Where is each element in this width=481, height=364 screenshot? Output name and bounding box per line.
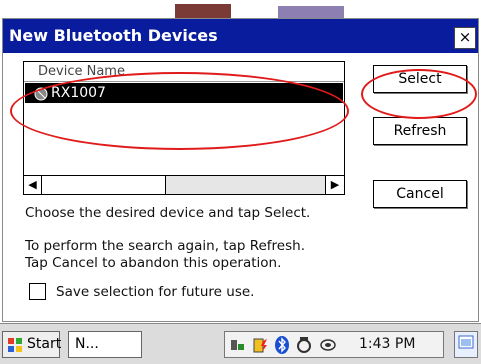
- clock[interactable]: 1:43 PM: [359, 336, 415, 352]
- scroll-right-arrow-icon[interactable]: ▶: [325, 176, 344, 194]
- refresh-button[interactable]: Refresh: [373, 117, 467, 145]
- background-icon: [278, 6, 344, 18]
- instruction-cancel: Tap Cancel to abandon this operation.: [25, 255, 282, 271]
- volume-icon[interactable]: [319, 335, 337, 355]
- battery-icon[interactable]: [251, 335, 269, 355]
- save-selection-label[interactable]: Save selection for future use.: [56, 284, 254, 300]
- instruction-choose: Choose the desired device and tap Select…: [25, 205, 311, 221]
- background-icon: [175, 4, 231, 18]
- sync-icon[interactable]: [295, 335, 313, 355]
- system-tray: 1:43 PM: [224, 331, 444, 358]
- network-icon[interactable]: [229, 335, 247, 355]
- cancel-button[interactable]: Cancel: [373, 180, 467, 208]
- start-button[interactable]: Start: [2, 331, 62, 358]
- bluetooth-dialog: New Bluetooth Devices × Device Name RX10…: [2, 18, 479, 322]
- annotation-circle-select: [361, 69, 477, 119]
- bluetooth-icon[interactable]: [273, 335, 291, 355]
- instruction-refresh: To perform the search again, tap Refresh…: [25, 238, 305, 254]
- horizontal-scrollbar[interactable]: ◀ ▶: [24, 175, 344, 194]
- taskbar: Start N... 1:43 PM: [0, 323, 481, 364]
- dialog-title: New Bluetooth Devices: [9, 26, 218, 45]
- windows-flag-icon: [8, 338, 22, 352]
- scroll-left-arrow-icon[interactable]: ◀: [24, 176, 42, 194]
- start-label: Start: [27, 336, 62, 352]
- save-selection-checkbox[interactable]: [29, 283, 46, 300]
- desktop-icon[interactable]: [454, 331, 478, 358]
- taskbar-item[interactable]: N...: [68, 331, 142, 358]
- top-background-strip: [0, 0, 481, 18]
- scroll-thumb[interactable]: [42, 176, 166, 194]
- annotation-circle-device: [10, 72, 349, 150]
- close-button[interactable]: ×: [454, 27, 476, 49]
- title-bar: New Bluetooth Devices ×: [3, 19, 478, 53]
